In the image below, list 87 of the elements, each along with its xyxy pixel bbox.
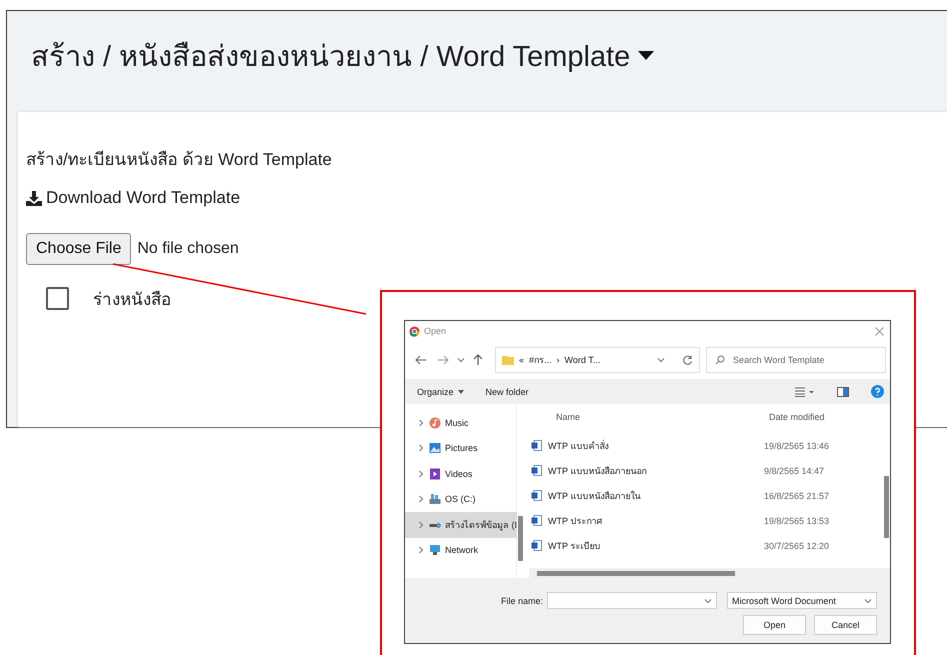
- file-name: WTP ประกาศ: [548, 514, 602, 528]
- history-chevron-icon: [457, 356, 465, 364]
- nav-item-label: Network: [445, 545, 478, 556]
- scrollbar-thumb[interactable]: [518, 516, 523, 561]
- network-icon: [429, 544, 441, 556]
- expand-chevron-icon: [417, 520, 425, 529]
- search-field[interactable]: Search Word Template: [706, 347, 886, 373]
- expand-chevron-icon: [417, 470, 425, 478]
- file-date: 19/8/2565 13:46: [763, 440, 830, 450]
- nav-pane-item[interactable]: Music: [405, 410, 517, 436]
- word-file-icon: [531, 465, 542, 476]
- nav-item-label: OS (C:): [445, 494, 476, 504]
- file-row[interactable]: WTP แบบหนังสือภายใน 16/8/2565 21:57: [529, 483, 883, 508]
- expand-chevron-icon: [417, 418, 425, 427]
- dialog-button[interactable]: Open: [743, 615, 806, 635]
- address-bar[interactable]: « #กร... › Word T...: [495, 347, 700, 373]
- up-button[interactable]: [471, 352, 485, 368]
- disk-icon: [429, 493, 441, 506]
- word-file-icon: [531, 440, 542, 451]
- preview-pane-icon[interactable]: [837, 386, 849, 396]
- nav-item-label: สร้างไดรฟ์ข้อมูล (I: [445, 518, 517, 532]
- videos-icon: [429, 468, 441, 480]
- view-options-icon[interactable]: [795, 386, 815, 396]
- choose-file-button[interactable]: Choose File: [26, 232, 132, 264]
- browser-logo-icon: [409, 326, 420, 336]
- address-text: «: [519, 355, 524, 365]
- back-button[interactable]: [413, 353, 429, 367]
- dialog-title: Open: [424, 326, 448, 336]
- help-icon[interactable]: [871, 385, 884, 398]
- nav-pane-item[interactable]: Pictures: [405, 436, 517, 461]
- pictures-icon: [429, 442, 441, 454]
- nav-pane-item[interactable]: Videos: [405, 461, 517, 486]
- nav-pane-item[interactable]: สร้างไดรฟ์ข้อมูล (I: [405, 512, 517, 538]
- expand-chevron-icon: [417, 444, 425, 452]
- word-file-icon: [531, 540, 542, 551]
- file-date: 19/8/2565 13:53: [763, 516, 830, 526]
- address-text: ›: [556, 355, 560, 365]
- search-icon: [715, 355, 725, 365]
- toolbar-button[interactable]: New folder: [486, 386, 529, 396]
- nav-pane-item[interactable]: OS (C:): [405, 486, 517, 512]
- form-heading: สร้าง/ทะเบียนหนังสือ ด้วย Word Template: [26, 149, 333, 171]
- word-file-icon: [531, 515, 542, 526]
- expand-chevron-icon: [417, 546, 425, 554]
- scrollbar-thumb[interactable]: [884, 476, 889, 538]
- forward-button[interactable]: [435, 353, 451, 367]
- dialog-button[interactable]: Cancel: [814, 615, 877, 635]
- refresh-icon[interactable]: [682, 354, 693, 366]
- music-icon: [429, 416, 441, 429]
- file-status: No file chosen: [137, 240, 239, 258]
- expand-chevron-icon: [417, 495, 425, 504]
- file-date: 30/7/2565 12:20: [763, 540, 830, 550]
- file-name: WTP แบบหนังสือภายนอก: [548, 464, 646, 478]
- date-column-header[interactable]: Date modified: [761, 404, 890, 429]
- close-icon[interactable]: [875, 326, 884, 336]
- address-chevron-icon: [657, 356, 665, 364]
- file-date: 9/8/2565 14:47: [763, 466, 824, 476]
- file-date: 16/8/2565 21:57: [763, 490, 830, 500]
- file-row[interactable]: WTP แบบหนังสือภายนอก 9/8/2565 14:47: [529, 458, 883, 483]
- scrollbar-thumb[interactable]: [537, 570, 735, 576]
- download-link[interactable]: Download Word Template: [26, 188, 240, 208]
- dropdown-chevron-icon: [704, 596, 712, 604]
- file-row[interactable]: WTP แบบคำสั่ง 19/8/2565 13:46: [529, 433, 883, 458]
- caret-icon: [458, 390, 464, 394]
- dropdown-chevron-icon: [864, 596, 872, 604]
- file-name-label: File name:: [500, 596, 543, 606]
- checkbox-label: ร่างหนังสือ: [93, 288, 171, 310]
- download-icon: [26, 190, 42, 206]
- address-text: Word T...: [564, 355, 600, 365]
- toolbar-button[interactable]: Organize: [417, 386, 464, 396]
- nav-pane-item[interactable]: Network: [405, 538, 517, 563]
- nav-item-label: Pictures: [445, 443, 478, 454]
- folder-icon: [502, 355, 514, 365]
- nav-item-label: Music: [445, 418, 469, 428]
- caret-icon: [638, 51, 654, 61]
- file-row[interactable]: WTP ประกาศ 19/8/2565 13:53: [529, 508, 883, 533]
- file-name: WTP แบบหนังสือภายใน: [548, 490, 640, 502]
- breadcrumb-title[interactable]: สร้าง / หนังสือส่งของหน่วยงาน / Word Template: [31, 33, 654, 79]
- file-type-select[interactable]: Microsoft Word Document: [727, 592, 877, 609]
- file-row[interactable]: WTP ระเบียบ 30/7/2565 12:20: [529, 533, 883, 558]
- file-name-field[interactable]: [547, 592, 717, 609]
- file-name: WTP แบบคำสั่ง: [548, 438, 608, 452]
- address-text: #กร...: [529, 354, 552, 367]
- name-column-header[interactable]: Name: [529, 404, 761, 429]
- file-name: WTP ระเบียบ: [548, 540, 600, 552]
- word-file-icon: [531, 490, 542, 501]
- nav-item-label: Videos: [445, 468, 472, 479]
- draft-checkbox[interactable]: [46, 286, 69, 310]
